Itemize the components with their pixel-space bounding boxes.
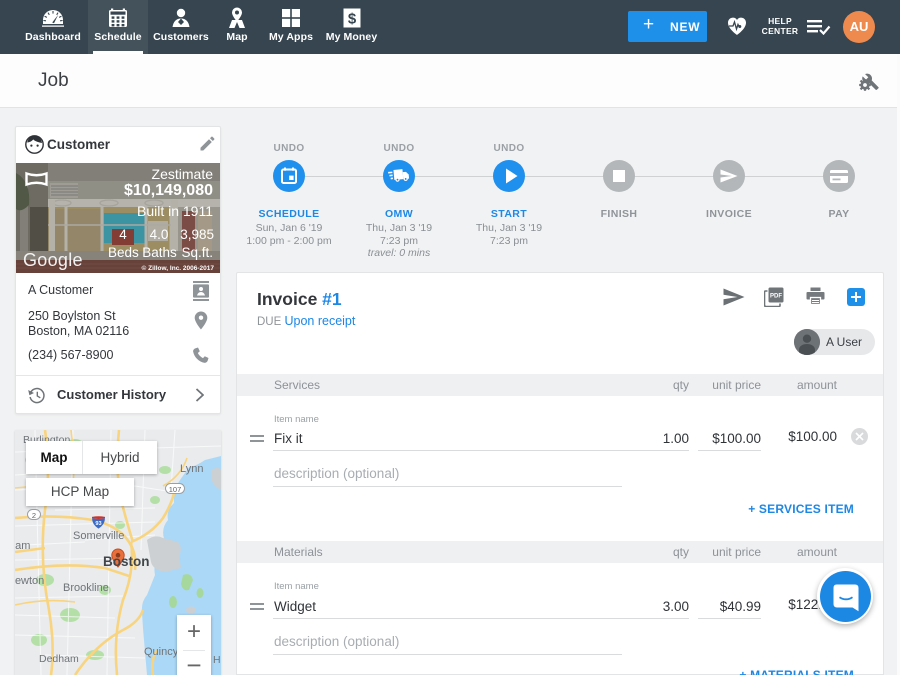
svg-text:93: 93 [95, 521, 101, 527]
svg-text:PDF: PDF [770, 294, 782, 300]
svg-text:$: $ [347, 11, 356, 28]
